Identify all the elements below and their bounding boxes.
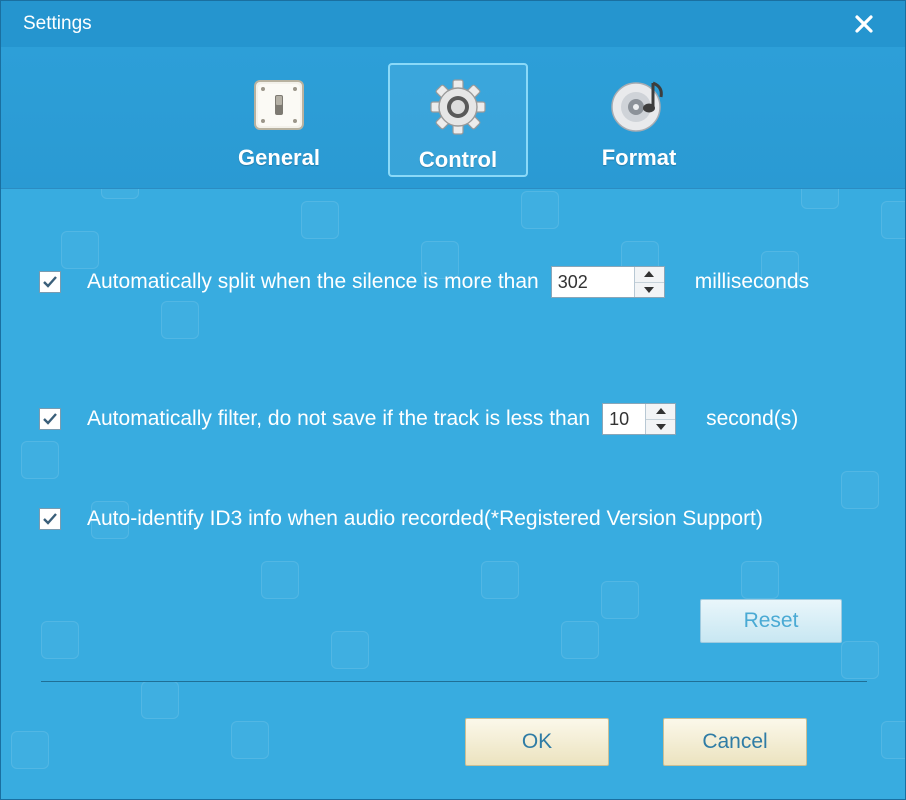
split-ms-stepper <box>550 266 665 298</box>
filter-spin-buttons <box>645 404 676 435</box>
split-label: Automatically split when the silence is … <box>87 270 539 293</box>
filter-option-row: Automatically filter, do not save if the… <box>39 403 798 435</box>
close-icon <box>855 15 873 33</box>
tab-control[interactable]: Control <box>388 63 528 177</box>
checkmark-icon <box>43 513 57 525</box>
close-button[interactable] <box>849 9 879 39</box>
tab-format-label: Format <box>601 145 677 170</box>
switch-icon <box>254 80 304 130</box>
disc-music-icon <box>611 81 663 132</box>
id3-option-row: Auto-identify ID3 info when audio record… <box>39 507 763 531</box>
split-decrement-button[interactable] <box>634 281 664 298</box>
filter-decrement-button[interactable] <box>646 418 676 435</box>
split-increment-button[interactable] <box>635 267 664 282</box>
checkmark-icon <box>43 413 57 425</box>
window-title: Settings <box>23 13 92 34</box>
ok-button[interactable]: OK <box>465 718 609 766</box>
id3-label: Auto-identify ID3 info when audio record… <box>87 507 763 530</box>
split-spin-buttons <box>633 267 664 298</box>
control-panel: Automatically split when the silence is … <box>1 189 905 799</box>
id3-checkbox[interactable] <box>39 508 61 530</box>
filter-seconds-stepper <box>602 403 677 435</box>
divider <box>41 681 867 682</box>
tab-general[interactable]: General <box>209 63 349 177</box>
filter-unit: second(s) <box>706 407 799 430</box>
split-ms-input[interactable] <box>551 267 634 297</box>
cancel-button[interactable]: Cancel <box>663 718 807 766</box>
split-option-row: Automatically split when the silence is … <box>39 266 809 298</box>
arrow-down-icon <box>655 423 666 430</box>
filter-checkbox[interactable] <box>39 408 61 430</box>
checkmark-icon <box>43 276 57 288</box>
split-unit: milliseconds <box>694 270 810 293</box>
settings-window: Settings General Control Format Automati… <box>0 0 906 800</box>
reset-button[interactable]: Reset <box>700 599 842 643</box>
arrow-up-icon <box>644 271 655 278</box>
filter-increment-button[interactable] <box>646 404 675 419</box>
filter-label: Automatically filter, do not save if the… <box>87 407 591 430</box>
title-bar: Settings <box>1 1 905 47</box>
arrow-up-icon <box>655 408 666 415</box>
tab-general-label: General <box>238 145 320 170</box>
split-checkbox[interactable] <box>39 271 61 293</box>
tab-bar: General Control Format <box>1 47 905 189</box>
tab-format[interactable]: Format <box>569 63 709 177</box>
arrow-down-icon <box>644 286 655 293</box>
gear-icon <box>430 79 486 135</box>
filter-seconds-input[interactable] <box>603 404 646 434</box>
tab-control-label: Control <box>418 147 498 172</box>
